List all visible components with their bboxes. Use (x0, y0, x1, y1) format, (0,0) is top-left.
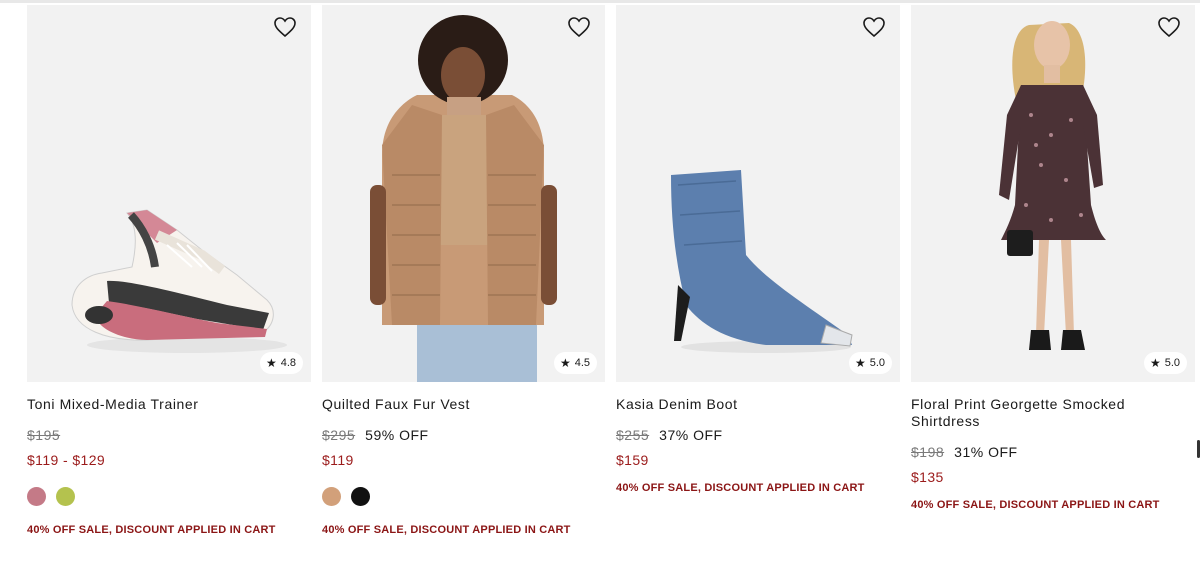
product-name[interactable]: Floral Print Georgette Smocked Shirtdres… (911, 396, 1195, 430)
promo-text: 40% OFF SALE, DISCOUNT APPLIED IN CART (616, 482, 865, 494)
product-name[interactable]: Quilted Faux Fur Vest (322, 396, 605, 413)
rating-value: 4.8 (280, 357, 296, 369)
favorite-heart-icon[interactable] (567, 16, 591, 38)
product-card[interactable]: ★ 5.0 Kasia Denim Boot $255 37% OFF $159… (616, 5, 900, 536)
rating-value: 5.0 (1164, 357, 1180, 369)
original-price: $198 (911, 444, 945, 460)
product-image[interactable]: ★ 5.0 (911, 5, 1195, 382)
product-card[interactable]: ★ 4.8 Toni Mixed-Media Trainer $195 $119… (27, 5, 311, 536)
original-price: $295 (322, 427, 356, 443)
promo-text: 40% OFF SALE, DISCOUNT APPLIED IN CART (27, 524, 276, 536)
product-image[interactable]: ★ 4.5 (322, 5, 605, 382)
sale-price: $135 (911, 469, 944, 485)
fur-vest-image (370, 15, 557, 382)
color-swatch-camel[interactable] (322, 487, 341, 506)
shirtdress-image (999, 21, 1106, 350)
color-swatch-pink[interactable] (27, 487, 46, 506)
star-icon: ★ (854, 356, 866, 370)
favorite-heart-icon[interactable] (273, 16, 297, 38)
product-name[interactable]: Toni Mixed-Media Trainer (27, 396, 311, 413)
product-card[interactable]: ★ 5.0 Floral Print Georgette Smocked Shi… (911, 5, 1195, 536)
discount-percent: 31% OFF (954, 444, 1018, 460)
denim-boot-image (671, 170, 853, 353)
promo-text: 40% OFF SALE, DISCOUNT APPLIED IN CART (322, 524, 571, 536)
promo-text: 40% OFF SALE, DISCOUNT APPLIED IN CART (911, 499, 1160, 511)
top-divider (0, 0, 1200, 3)
price-row: $195 (27, 427, 311, 443)
star-icon: ★ (265, 356, 277, 370)
rating-value: 5.0 (869, 357, 885, 369)
sale-price: $119 (322, 452, 354, 468)
price-row: $295 59% OFF (322, 427, 605, 443)
rating-value: 4.5 (574, 357, 590, 369)
price-row: $255 37% OFF (616, 427, 900, 443)
rating-badge: ★ 4.8 (259, 352, 303, 374)
sale-price: $119 - $129 (27, 452, 106, 468)
color-swatch-black[interactable] (351, 487, 370, 506)
rating-badge: ★ 5.0 (1143, 352, 1187, 374)
product-image[interactable]: ★ 4.8 (27, 5, 311, 382)
discount-percent: 37% OFF (659, 427, 723, 443)
rating-badge: ★ 5.0 (848, 352, 892, 374)
original-price: $195 (27, 427, 61, 443)
color-swatches (27, 487, 311, 506)
discount-percent: 59% OFF (365, 427, 429, 443)
star-icon: ★ (559, 356, 571, 370)
favorite-heart-icon[interactable] (862, 16, 886, 38)
product-card[interactable]: ★ 4.5 Quilted Faux Fur Vest $295 59% OFF… (322, 5, 605, 536)
product-grid: ★ 4.8 Toni Mixed-Media Trainer $195 $119… (27, 5, 1195, 536)
rating-badge: ★ 4.5 (553, 352, 597, 374)
star-icon: ★ (1149, 356, 1161, 370)
color-swatch-green[interactable] (56, 487, 75, 506)
sale-price: $159 (616, 452, 649, 468)
sneaker-image (71, 209, 287, 353)
color-swatches (322, 487, 605, 506)
favorite-heart-icon[interactable] (1157, 16, 1181, 38)
product-image[interactable]: ★ 5.0 (616, 5, 900, 382)
original-price: $255 (616, 427, 650, 443)
price-row: $198 31% OFF (911, 444, 1195, 460)
product-name[interactable]: Kasia Denim Boot (616, 396, 900, 413)
